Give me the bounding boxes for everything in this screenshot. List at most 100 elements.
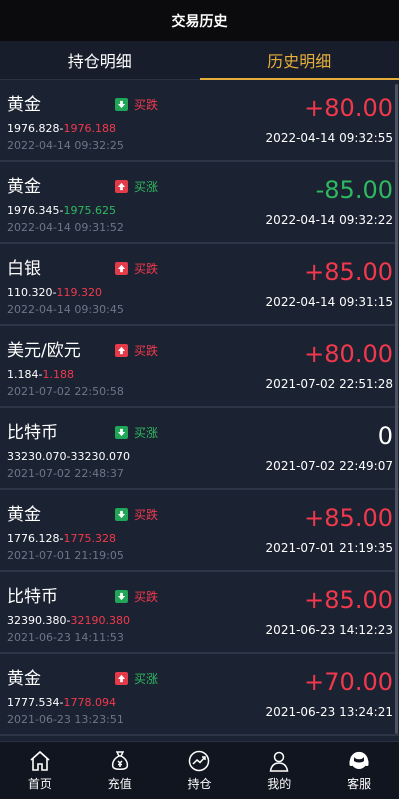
history-row[interactable]: 黄金 买跌 1776.128-1775.328 2021-07-01 21:19:05…	[0, 490, 399, 572]
price-range: 1976.345-1975.625	[7, 204, 116, 217]
arrow-up-icon	[115, 262, 128, 275]
open-price: 1776.128	[7, 532, 60, 545]
close-time: 2022-04-14 09:32:22	[265, 213, 393, 227]
open-price: 1.184	[7, 368, 39, 381]
direction-badge: 买涨	[115, 424, 158, 441]
open-price: 1777.534	[7, 696, 60, 709]
profit-loss: +80.00	[304, 340, 393, 368]
direction-label: 买跌	[134, 590, 159, 604]
tab-positions[interactable]: 持仓明细	[0, 41, 200, 79]
close-price: 1.188	[42, 368, 74, 381]
history-row[interactable]: 白银 买跌 110.320-119.320 2022-04-14 09:30:45 +8…	[0, 244, 399, 326]
money-bag-icon	[111, 751, 128, 770]
profit-loss: 0	[377, 422, 393, 450]
tab-positions-label: 持仓明细	[67, 52, 132, 71]
direction-badge: 买跌	[115, 260, 158, 277]
close-time: 2022-04-14 09:32:55	[265, 131, 393, 145]
profit-loss: +85.00	[304, 586, 393, 614]
price-range: 1777.534-1778.094	[7, 696, 116, 709]
price-range: 1776.128-1775.328	[7, 532, 116, 545]
nav-profile[interactable]: 我的	[239, 742, 319, 799]
profit-loss: +70.00	[304, 668, 393, 696]
asset-name: 美元/欧元	[7, 341, 81, 361]
arrow-up-icon	[115, 180, 128, 193]
open-time: 2021-07-02 22:48:37	[7, 467, 124, 480]
arrow-up-icon	[115, 344, 128, 357]
direction-badge: 买跌	[115, 96, 158, 113]
close-price: 1778.094	[63, 696, 116, 709]
open-price: 1976.345	[7, 204, 60, 217]
nav-recharge[interactable]: 充值	[80, 742, 160, 799]
direction-label: 买跌	[134, 262, 159, 276]
close-price: 1975.625	[63, 204, 116, 217]
profit-loss: +80.00	[304, 94, 393, 122]
close-price: 32190.380	[70, 614, 130, 627]
page-title: 交易历史	[171, 13, 228, 30]
chart-icon	[189, 750, 210, 772]
nav-service[interactable]: 客服	[319, 742, 399, 799]
open-time: 2022-04-14 09:32:25	[7, 139, 124, 152]
history-list[interactable]: 黄金 买跌 1976.828-1976.188 2022-04-14 09:32:25…	[0, 80, 399, 741]
close-time: 2022-04-14 09:31:15	[265, 295, 393, 309]
direction-badge: 买涨	[115, 670, 158, 687]
headset-icon	[349, 751, 369, 769]
open-time: 2021-06-23 13:23:51	[7, 713, 124, 726]
close-time: 2021-07-02 22:51:28	[265, 377, 393, 391]
tab-bar: 持仓明细 历史明细	[0, 41, 399, 80]
history-row[interactable]: 比特币 买跌 32390.380-32190.380 2021-06-23 14:11…	[0, 572, 399, 654]
nav-recharge-label: 充值	[107, 777, 132, 791]
close-time: 2021-06-23 14:12:23	[265, 623, 393, 637]
close-time: 2021-07-02 22:49:07	[265, 459, 393, 473]
close-time: 2021-06-23 13:24:21	[265, 705, 393, 719]
open-price: 32390.380	[7, 614, 67, 627]
history-row[interactable]: 黄金 买涨 1777.534-1778.094 2021-06-23 13:23:51…	[0, 654, 399, 736]
price-range: 1.184-1.188	[7, 368, 74, 381]
open-time: 2021-07-02 22:50:58	[7, 385, 124, 398]
direction-badge: 买跌	[115, 506, 158, 523]
direction-label: 买涨	[134, 426, 159, 440]
direction-label: 买跌	[134, 98, 159, 112]
history-row[interactable]: 比特币 买涨 33230.070-33230.070 2021-07-02 22:48…	[0, 408, 399, 490]
asset-name: 比特币	[7, 423, 58, 443]
asset-name: 黄金	[7, 95, 41, 115]
price-range: 110.320-119.320	[7, 286, 102, 299]
profit-loss: +85.00	[304, 258, 393, 286]
home-icon	[30, 750, 50, 771]
scrollbar[interactable]	[395, 84, 398, 734]
tab-history-label: 历史明细	[267, 52, 332, 71]
tab-history[interactable]: 历史明细	[199, 41, 399, 80]
nav-home-label: 首页	[27, 777, 52, 791]
title-bar: 交易历史	[0, 0, 399, 41]
asset-name: 黄金	[7, 505, 41, 525]
direction-badge: 买跌	[115, 342, 158, 359]
close-price: 119.320	[56, 286, 102, 299]
price-range: 32390.380-32190.380	[7, 614, 130, 627]
price-range: 33230.070-33230.070	[7, 450, 130, 463]
open-time: 2021-07-01 21:19:05	[7, 549, 124, 562]
profit-loss: -85.00	[315, 176, 393, 204]
close-price: 1976.188	[63, 122, 116, 135]
asset-name: 比特币	[7, 587, 58, 607]
nav-service-label: 客服	[347, 777, 372, 791]
price-range: 1976.828-1976.188	[7, 122, 116, 135]
arrow-down-icon	[115, 508, 128, 521]
open-price: 110.320	[7, 286, 53, 299]
direction-label: 买涨	[134, 672, 159, 686]
profit-loss: +85.00	[304, 504, 393, 532]
app-root: 交易历史 持仓明细 历史明细 黄金 买跌 1976.828-1976.188 2022…	[0, 0, 399, 799]
user-icon	[269, 751, 289, 772]
history-row[interactable]: 黄金 买涨 1976.345-1975.625 2022-04-14 09:31:52…	[0, 162, 399, 244]
nav-positions[interactable]: 持仓	[160, 742, 240, 799]
direction-label: 买跌	[134, 508, 159, 522]
open-time: 2022-04-14 09:31:52	[7, 221, 124, 234]
direction-label: 买跌	[134, 344, 159, 358]
arrow-up-icon	[115, 672, 128, 685]
nav-home[interactable]: 首页	[0, 742, 80, 799]
history-row[interactable]: 黄金 买跌 1976.828-1976.188 2022-04-14 09:32:25…	[0, 80, 399, 162]
nav-positions-label: 持仓	[187, 777, 212, 791]
direction-label: 买涨	[134, 180, 159, 194]
open-price: 33230.070	[7, 450, 67, 463]
history-row[interactable]: 美元/欧元 买跌 1.184-1.188 2021-07-02 22:50:58 +80…	[0, 326, 399, 408]
direction-badge: 买涨	[115, 178, 158, 195]
asset-name: 黄金	[7, 669, 41, 689]
